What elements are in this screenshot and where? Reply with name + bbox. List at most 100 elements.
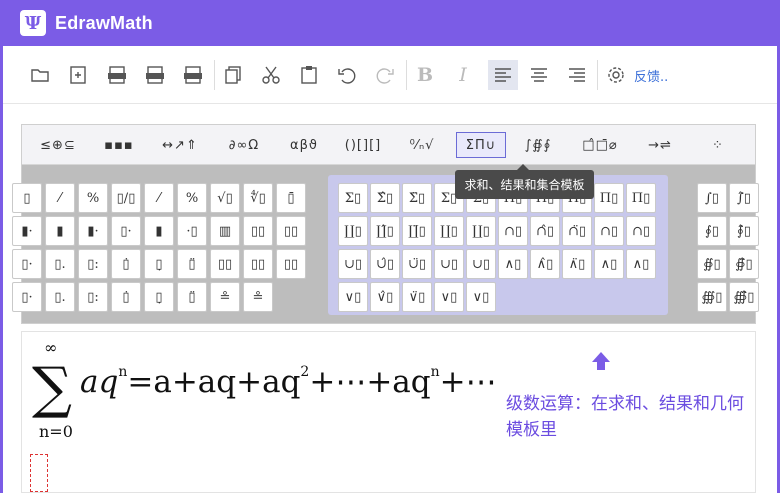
template-cell[interactable]: ▯̇ bbox=[111, 282, 141, 312]
sum-template-cell[interactable]: ∐̂▯ bbox=[370, 216, 400, 246]
feedback-link[interactable]: 反馈.. bbox=[634, 66, 668, 85]
palette-category-5[interactable]: ()[][] bbox=[338, 132, 388, 158]
sum-template-cell[interactable]: ∧▯ bbox=[498, 249, 528, 279]
sum-template-cell[interactable]: ∪▯ bbox=[338, 249, 368, 279]
palette-category-2[interactable]: ↔↗⇑ bbox=[156, 132, 204, 158]
integral-template-cell[interactable]: ∫̂▯ bbox=[729, 183, 759, 213]
template-cell[interactable]: ▯: bbox=[78, 249, 108, 279]
sum-template-cell[interactable]: ∐▯ bbox=[466, 216, 496, 246]
palette-category-11[interactable]: ⁘ bbox=[706, 132, 730, 158]
sum-template-cell[interactable]: Σ̈▯ bbox=[402, 183, 432, 213]
template-cell[interactable]: ▯▯ bbox=[210, 249, 240, 279]
sum-template-cell[interactable]: ∨̈▯ bbox=[402, 282, 432, 312]
template-cell[interactable]: ▯▯ bbox=[276, 216, 306, 246]
template-cell[interactable]: ▯. bbox=[45, 249, 75, 279]
template-cell[interactable]: ▯· bbox=[12, 282, 42, 312]
formula-editor[interactable]: ∞ ∑ n=0 aqn=a+aq+aq2+⋯+aqn+⋯ 级数运算：在求和、结果… bbox=[21, 331, 756, 493]
sum-template-cell[interactable]: ∐▯ bbox=[338, 216, 368, 246]
copy-icon[interactable] bbox=[218, 60, 248, 90]
sum-template-cell[interactable]: ∩▯ bbox=[498, 216, 528, 246]
align-right-icon[interactable] bbox=[562, 60, 592, 90]
sum-template-cell[interactable]: ∪̂▯ bbox=[370, 249, 400, 279]
palette-category-6[interactable]: ⁰⁄ₙ√ bbox=[398, 132, 446, 158]
palette-category-8[interactable]: ∫∯∮ bbox=[520, 132, 556, 158]
sum-template-cell[interactable]: ∧▯ bbox=[594, 249, 624, 279]
sum-template-cell[interactable]: ∨▯ bbox=[434, 282, 464, 312]
template-cell[interactable]: ▯̄ bbox=[276, 183, 306, 213]
template-cell[interactable]: ⁄ bbox=[45, 183, 75, 213]
template-cell[interactable]: ▯▯ bbox=[243, 249, 273, 279]
sum-template-cell[interactable]: ∨̂▯ bbox=[370, 282, 400, 312]
sum-template-cell[interactable]: Π▯ bbox=[594, 183, 624, 213]
sum-template-cell[interactable]: ∧▯ bbox=[626, 249, 656, 279]
sum-template-cell[interactable]: ∩▯ bbox=[594, 216, 624, 246]
paste-icon[interactable] bbox=[294, 60, 324, 90]
settings-icon[interactable] bbox=[601, 60, 631, 90]
sum-template-cell[interactable]: ∩▯ bbox=[626, 216, 656, 246]
palette-category-3[interactable]: ∂∞Ω bbox=[218, 132, 270, 158]
template-cell[interactable]: ▯· bbox=[111, 216, 141, 246]
sum-template-cell[interactable]: Σ▯ bbox=[338, 183, 368, 213]
integral-template-cell[interactable]: ∰▯ bbox=[697, 282, 727, 312]
palette-category-9[interactable]: □̂□̄⌀ bbox=[578, 132, 622, 158]
redo-icon[interactable] bbox=[370, 60, 400, 90]
export-jpg-icon[interactable] bbox=[102, 60, 132, 90]
integral-template-cell[interactable]: ∫▯ bbox=[697, 183, 727, 213]
template-cell[interactable]: ≗ bbox=[210, 282, 240, 312]
sum-template-cell[interactable]: Π▯ bbox=[626, 183, 656, 213]
new-icon[interactable] bbox=[63, 60, 93, 90]
sum-template-cell[interactable]: ∨▯ bbox=[338, 282, 368, 312]
template-cell[interactable]: ⁄ bbox=[144, 183, 174, 213]
template-cell[interactable]: ▮ bbox=[144, 216, 174, 246]
integral-template-cell[interactable]: ∮▯ bbox=[697, 216, 727, 246]
align-left-icon[interactable] bbox=[488, 60, 518, 90]
template-cell[interactable]: ▯▯ bbox=[243, 216, 273, 246]
palette-category-7[interactable]: ΣΠ∪ bbox=[456, 132, 506, 158]
integral-template-cell[interactable]: ∰̂▯ bbox=[729, 282, 759, 312]
template-cell[interactable]: ▮· bbox=[78, 216, 108, 246]
sum-template-cell[interactable]: ∧̂▯ bbox=[530, 249, 560, 279]
template-cell[interactable]: ▯▯ bbox=[276, 249, 306, 279]
template-cell[interactable]: ▥ bbox=[210, 216, 240, 246]
sum-template-cell[interactable]: ∐̈▯ bbox=[402, 216, 432, 246]
input-placeholder-box[interactable] bbox=[30, 454, 48, 492]
sum-template-cell[interactable]: ∪▯ bbox=[466, 249, 496, 279]
palette-category-4[interactable]: αβϑ bbox=[281, 132, 327, 158]
sum-template-cell[interactable]: ∨▯ bbox=[466, 282, 496, 312]
palette-category-10[interactable]: →⇌ bbox=[640, 132, 680, 158]
sum-template-cell[interactable]: ∪▯ bbox=[434, 249, 464, 279]
template-cell[interactable]: ▯̣ bbox=[144, 249, 174, 279]
open-icon[interactable] bbox=[25, 60, 55, 90]
template-cell[interactable]: % bbox=[177, 183, 207, 213]
template-cell[interactable]: ▯. bbox=[45, 282, 75, 312]
template-cell[interactable]: ▮ bbox=[45, 216, 75, 246]
palette-category-0[interactable]: ≤⊕⊆ bbox=[34, 132, 82, 158]
template-cell[interactable]: ▮· bbox=[12, 216, 42, 246]
integral-template-cell[interactable]: ∮̂▯ bbox=[729, 216, 759, 246]
export-svg-icon[interactable] bbox=[178, 60, 208, 90]
undo-icon[interactable] bbox=[332, 60, 362, 90]
template-cell[interactable]: % bbox=[78, 183, 108, 213]
sum-template-cell[interactable]: ∪̈▯ bbox=[402, 249, 432, 279]
template-cell[interactable]: ▯/▯ bbox=[111, 183, 141, 213]
sum-template-cell[interactable]: ∧̈▯ bbox=[562, 249, 592, 279]
template-cell[interactable]: ·▯ bbox=[177, 216, 207, 246]
align-center-icon[interactable] bbox=[524, 60, 554, 90]
template-cell[interactable]: ▯̈ bbox=[177, 282, 207, 312]
template-cell[interactable]: ▯ bbox=[12, 183, 42, 213]
integral-template-cell[interactable]: ∯▯ bbox=[697, 249, 727, 279]
italic-icon[interactable]: I bbox=[448, 60, 478, 90]
integral-template-cell[interactable]: ∯̂▯ bbox=[729, 249, 759, 279]
sum-template-cell[interactable]: Σ̂▯ bbox=[370, 183, 400, 213]
template-cell[interactable]: ≗ bbox=[243, 282, 273, 312]
bold-icon[interactable]: B bbox=[410, 60, 440, 90]
palette-category-1[interactable]: ▪▪▪ bbox=[94, 132, 144, 158]
template-cell[interactable]: ▯· bbox=[12, 249, 42, 279]
template-cell[interactable]: ▯: bbox=[78, 282, 108, 312]
template-cell[interactable]: ∜▯ bbox=[243, 183, 273, 213]
sum-template-cell[interactable]: ∩̈▯ bbox=[562, 216, 592, 246]
sum-template-cell[interactable]: ∩̂▯ bbox=[530, 216, 560, 246]
template-cell[interactable]: ▯̇ bbox=[111, 249, 141, 279]
template-cell[interactable]: ▯̣ bbox=[144, 282, 174, 312]
export-png-icon[interactable] bbox=[140, 60, 170, 90]
